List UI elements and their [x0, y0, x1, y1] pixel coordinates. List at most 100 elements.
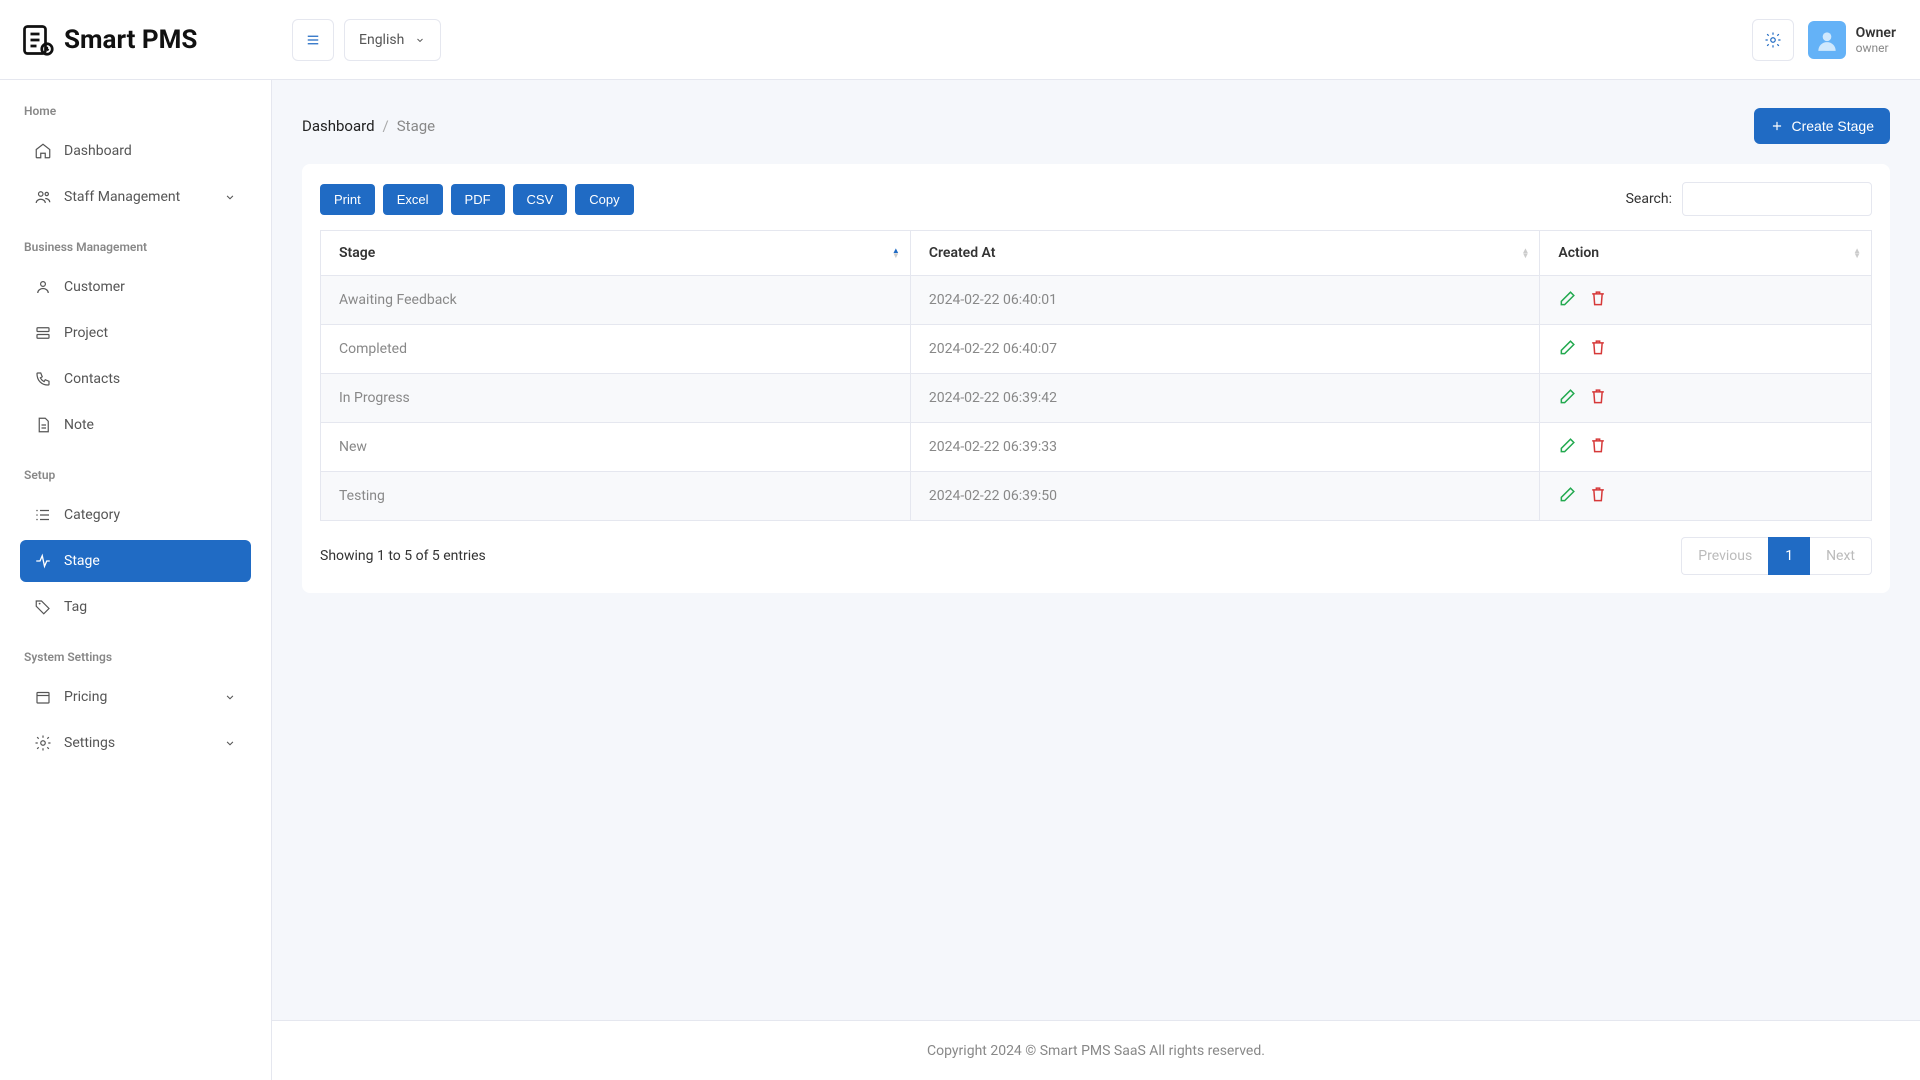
user-menu[interactable]: Owner owner [1808, 21, 1896, 59]
breadcrumb-current: Stage [397, 117, 435, 135]
chevron-down-icon [223, 736, 237, 750]
settings-button[interactable] [1752, 19, 1794, 61]
pager-next[interactable]: Next [1810, 537, 1872, 575]
avatar [1808, 21, 1846, 59]
sidebar-item-label: Customer [64, 279, 125, 295]
trash-icon [1588, 288, 1608, 308]
sidebar-item-customer[interactable]: Customer [20, 266, 251, 308]
main-content: Dashboard / Stage Create Stage Print Exce… [272, 80, 1920, 1080]
sidebar-item-stage[interactable]: Stage [20, 540, 251, 582]
chevron-down-icon [223, 190, 237, 204]
create-stage-button[interactable]: Create Stage [1754, 108, 1891, 144]
user-name: Owner [1856, 25, 1896, 41]
cell-created-at: 2024-02-22 06:39:50 [910, 472, 1540, 521]
avatar-icon [1814, 27, 1840, 53]
user-role: owner [1856, 41, 1896, 55]
edit-icon [1558, 337, 1578, 357]
sidebar-section-title: Setup [24, 468, 247, 482]
cell-created-at: 2024-02-22 06:39:42 [910, 374, 1540, 423]
sidebar: HomeDashboardStaff ManagementBusiness Ma… [0, 80, 272, 1080]
delete-button[interactable] [1588, 337, 1608, 361]
delete-button[interactable] [1588, 288, 1608, 312]
cell-created-at: 2024-02-22 06:40:07 [910, 325, 1540, 374]
table-row: New2024-02-22 06:39:33 [321, 423, 1872, 472]
data-card: Print Excel PDF CSVCopy Search: Stage ▲▼ [302, 164, 1890, 593]
breadcrumb-root[interactable]: Dashboard [302, 117, 375, 135]
sidebar-item-dashboard[interactable]: Dashboard [20, 130, 251, 172]
cell-action [1540, 472, 1872, 521]
sidebar-item-tag[interactable]: Tag [20, 586, 251, 628]
search-label: Search: [1626, 191, 1672, 207]
pager-previous[interactable]: Previous [1681, 537, 1768, 575]
brand-text: Smart PMS [64, 25, 197, 55]
sidebar-item-staff-management[interactable]: Staff Management [20, 176, 251, 218]
pager-page-1[interactable]: 1 [1768, 537, 1810, 575]
sidebar-item-label: Stage [64, 553, 100, 569]
home-icon [34, 142, 52, 160]
export-print-button[interactable]: Print [320, 184, 375, 215]
edit-button[interactable] [1558, 386, 1578, 410]
footer: Copyright 2024 © Smart PMS SaaS All righ… [272, 1020, 1920, 1080]
sidebar-item-settings[interactable]: Settings [20, 722, 251, 764]
breadcrumb-separator: / [383, 117, 389, 135]
sort-icon: ▲▼ [892, 248, 900, 258]
edit-icon [1558, 386, 1578, 406]
users-icon [34, 188, 52, 206]
table-row: Completed2024-02-22 06:40:07 [321, 325, 1872, 374]
edit-button[interactable] [1558, 484, 1578, 508]
edit-icon [1558, 435, 1578, 455]
sidebar-toggle-button[interactable] [292, 19, 334, 61]
list-icon [34, 506, 52, 524]
gear-icon [34, 734, 52, 752]
search-input[interactable] [1682, 182, 1872, 216]
box-icon [34, 688, 52, 706]
edit-button[interactable] [1558, 288, 1578, 312]
sidebar-item-project[interactable]: Project [20, 312, 251, 354]
table-row: Awaiting Feedback2024-02-22 06:40:01 [321, 276, 1872, 325]
topbar-right-controls: Owner owner [1752, 19, 1920, 61]
delete-button[interactable] [1588, 435, 1608, 459]
delete-button[interactable] [1588, 484, 1608, 508]
language-select[interactable]: English [344, 19, 441, 61]
gear-icon [1764, 31, 1782, 49]
edit-icon [1558, 484, 1578, 504]
stage-table: Stage ▲▼ Created At ▲▼ Action ▲▼ [320, 230, 1872, 521]
cell-stage: Testing [321, 472, 911, 521]
trash-icon [1588, 484, 1608, 504]
create-stage-label: Create Stage [1792, 118, 1875, 134]
topbar: Smart PMS English Owner owner [0, 0, 1920, 80]
sidebar-item-category[interactable]: Category [20, 494, 251, 536]
footer-text: Copyright 2024 © Smart PMS SaaS All righ… [927, 1043, 1265, 1059]
edit-button[interactable] [1558, 337, 1578, 361]
export-copy-button[interactable]: Copy [575, 184, 633, 215]
file-icon [34, 416, 52, 434]
sidebar-item-label: Staff Management [64, 189, 180, 205]
sidebar-item-contacts[interactable]: Contacts [20, 358, 251, 400]
menu-icon [304, 31, 322, 49]
language-label: English [359, 32, 404, 48]
search-wrapper: Search: [1626, 182, 1872, 216]
chevron-down-icon [414, 34, 426, 46]
brand-logo: Smart PMS [0, 22, 272, 58]
sidebar-item-note[interactable]: Note [20, 404, 251, 446]
sidebar-item-label: Dashboard [64, 143, 132, 159]
sidebar-item-label: Contacts [64, 371, 120, 387]
cell-action [1540, 423, 1872, 472]
export-csv-button[interactable]: CSV [513, 184, 568, 215]
trash-icon [1588, 435, 1608, 455]
export-buttons: Print Excel PDF CSVCopy [320, 184, 634, 215]
export-pdf-button[interactable]: PDF [451, 184, 505, 215]
column-stage[interactable]: Stage ▲▼ [321, 231, 911, 276]
sort-icon: ▲▼ [1853, 248, 1861, 258]
sidebar-item-label: Project [64, 325, 108, 341]
edit-button[interactable] [1558, 435, 1578, 459]
plus-icon [1770, 119, 1784, 133]
cell-created-at: 2024-02-22 06:40:01 [910, 276, 1540, 325]
delete-button[interactable] [1588, 386, 1608, 410]
edit-icon [1558, 288, 1578, 308]
page-header: Dashboard / Stage Create Stage [272, 80, 1920, 164]
export-excel-button[interactable]: Excel [383, 184, 443, 215]
sidebar-item-pricing[interactable]: Pricing [20, 676, 251, 718]
trash-icon [1588, 337, 1608, 357]
column-created-at[interactable]: Created At ▲▼ [910, 231, 1540, 276]
